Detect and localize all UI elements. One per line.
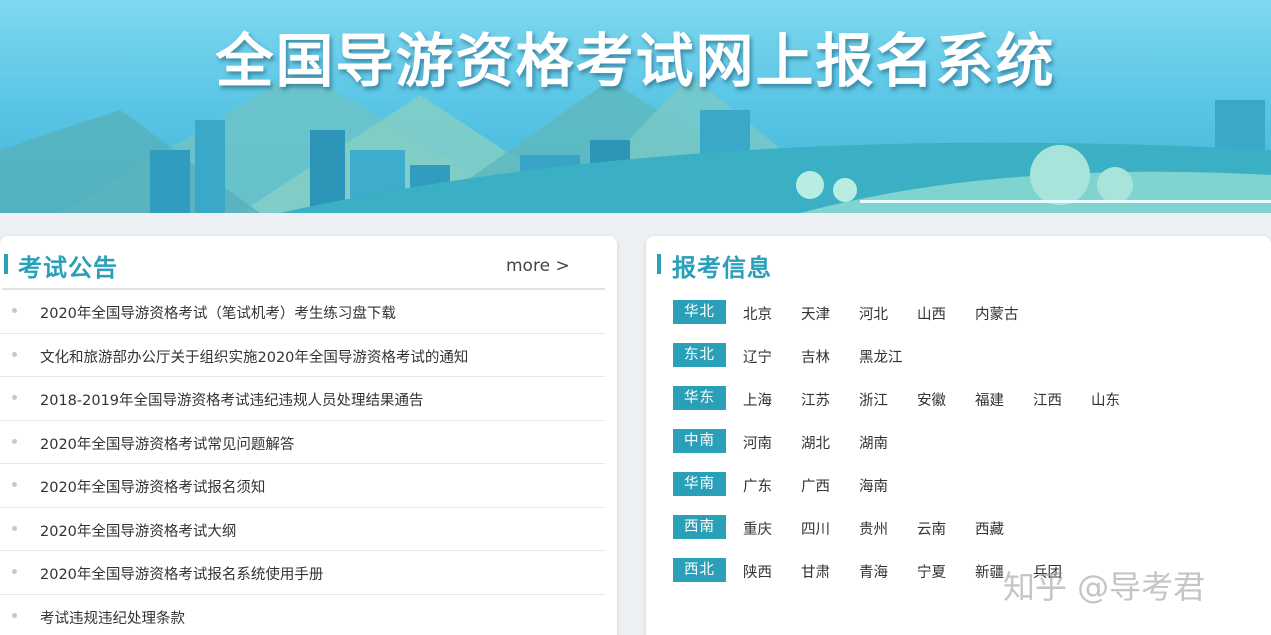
registration-title: 报考信息: [672, 254, 772, 282]
region-tag: 华东: [673, 386, 726, 410]
province-link[interactable]: 湖北: [801, 432, 830, 453]
notice-link[interactable]: 考试违规违纪处理条款: [40, 607, 185, 628]
notice-item[interactable]: 2020年全国导游资格考试（笔试机考）考生练习盘下载: [0, 290, 605, 334]
province-link[interactable]: 重庆: [743, 518, 772, 539]
province-link[interactable]: 青海: [859, 561, 888, 582]
province-link[interactable]: 山东: [1091, 389, 1120, 410]
notice-link[interactable]: 2020年全国导游资格考试常见问题解答: [40, 433, 294, 454]
region-tag: 西北: [673, 558, 726, 582]
region-tag: 西南: [673, 515, 726, 539]
region-tag: 中南: [673, 429, 726, 453]
province-link[interactable]: 北京: [743, 303, 772, 324]
notice-link[interactable]: 2018-2019年全国导游资格考试违纪违规人员处理结果通告: [40, 389, 424, 410]
bullet-icon: [12, 351, 17, 357]
region-tag: 东北: [673, 343, 726, 367]
province-link[interactable]: 海南: [859, 475, 888, 496]
province-link[interactable]: 浙江: [859, 389, 888, 410]
province-link[interactable]: 湖南: [859, 432, 888, 453]
notice-item[interactable]: 2018-2019年全国导游资格考试违纪违规人员处理结果通告: [0, 377, 605, 421]
bullet-icon: [12, 438, 17, 444]
province-link[interactable]: 安徽: [917, 389, 946, 410]
province-link[interactable]: 宁夏: [917, 561, 946, 582]
registration-header: 报考信息: [646, 236, 1271, 290]
province-link[interactable]: 云南: [917, 518, 946, 539]
title-accent-bar: [4, 254, 8, 274]
province-link[interactable]: 河北: [859, 303, 888, 324]
watermark: 知乎 @导考君: [1003, 568, 1206, 606]
bullet-icon: [12, 612, 17, 618]
notices-header: 考试公告 more >: [0, 236, 617, 290]
more-link[interactable]: more >: [506, 256, 570, 276]
bullet-icon: [12, 308, 17, 313]
province-link[interactable]: 贵州: [859, 518, 888, 539]
bullet-icon: [12, 395, 17, 400]
notice-link[interactable]: 文化和旅游部办公厅关于组织实施2020年全国导游资格考试的通知: [40, 346, 468, 367]
title-accent-bar: [657, 254, 661, 274]
province-link[interactable]: 吉林: [801, 346, 830, 367]
province-link[interactable]: 广东: [743, 475, 772, 496]
notice-item[interactable]: 考试违规违纪处理条款: [0, 595, 605, 635]
notice-item[interactable]: 2020年全国导游资格考试报名须知: [0, 464, 605, 508]
province-link[interactable]: 河南: [743, 432, 772, 453]
province-link[interactable]: 内蒙古: [975, 303, 1019, 324]
province-link[interactable]: 广西: [801, 475, 830, 496]
province-link[interactable]: 上海: [743, 389, 772, 410]
region-tag: 华南: [673, 472, 726, 496]
notices-title: 考试公告: [18, 254, 118, 282]
region-tag: 华北: [673, 300, 726, 324]
bullet-icon: [12, 525, 17, 531]
notice-item[interactable]: 文化和旅游部办公厅关于组织实施2020年全国导游资格考试的通知: [0, 334, 605, 377]
notice-list: 2020年全国导游资格考试（笔试机考）考生练习盘下载文化和旅游部办公厅关于组织实…: [0, 290, 605, 635]
header-banner: 全国导游资格考试网上报名系统: [0, 0, 1271, 213]
province-link[interactable]: 江苏: [801, 389, 830, 410]
notice-link[interactable]: 2020年全国导游资格考试（笔试机考）考生练习盘下载: [40, 302, 396, 323]
province-link[interactable]: 福建: [975, 389, 1004, 410]
notice-link[interactable]: 2020年全国导游资格考试报名系统使用手册: [40, 563, 323, 584]
province-link[interactable]: 四川: [801, 518, 830, 539]
notice-item[interactable]: 2020年全国导游资格考试常见问题解答: [0, 421, 605, 464]
province-link[interactable]: 甘肃: [801, 561, 830, 582]
notice-link[interactable]: 2020年全国导游资格考试报名须知: [40, 476, 265, 497]
notices-panel: 考试公告 more > 2020年全国导游资格考试（笔试机考）考生练习盘下载文化…: [0, 236, 617, 635]
province-link[interactable]: 天津: [801, 303, 830, 324]
province-link[interactable]: 黑龙江: [859, 346, 903, 367]
bullet-icon: [12, 482, 17, 487]
bullet-icon: [12, 569, 17, 574]
notice-item[interactable]: 2020年全国导游资格考试报名系统使用手册: [0, 551, 605, 595]
province-link[interactable]: 陕西: [743, 561, 772, 582]
province-link[interactable]: 山西: [917, 303, 946, 324]
page-title: 全国导游资格考试网上报名系统: [215, 27, 1056, 95]
notice-item[interactable]: 2020年全国导游资格考试大纲: [0, 508, 605, 551]
province-link[interactable]: 西藏: [975, 518, 1004, 539]
notice-link[interactable]: 2020年全国导游资格考试大纲: [40, 520, 236, 541]
province-link[interactable]: 江西: [1033, 389, 1062, 410]
province-link[interactable]: 辽宁: [743, 346, 772, 367]
province-link[interactable]: 新疆: [975, 561, 1004, 582]
